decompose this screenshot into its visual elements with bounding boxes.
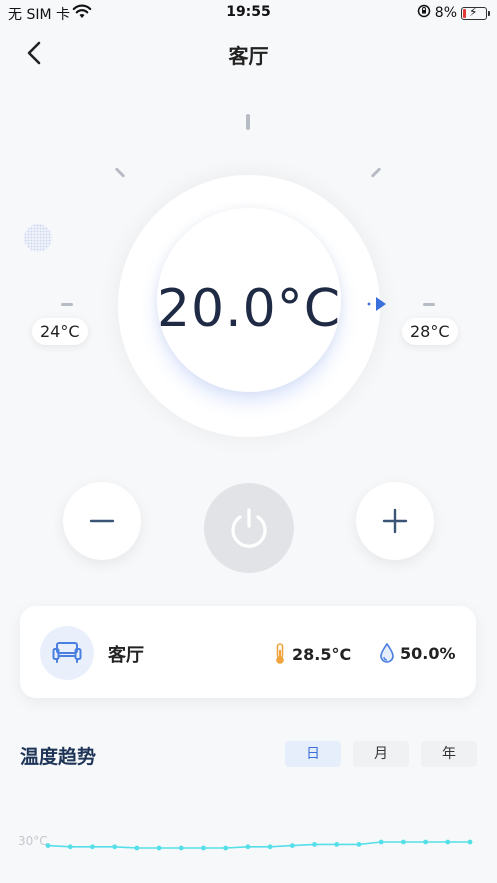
thermometer-icon <box>276 643 284 664</box>
increase-temp-button[interactable] <box>356 482 434 560</box>
room-humidity: 50.0% <box>380 643 456 663</box>
room-info-card[interactable]: 客厅 28.5°C 50.0% <box>20 606 476 698</box>
trend-point-10 <box>267 844 273 850</box>
dial-tick-top <box>246 114 250 130</box>
sofa-icon <box>52 642 82 663</box>
trend-point-18 <box>445 839 451 845</box>
dial-tick-left <box>61 303 73 306</box>
trend-point-13 <box>334 842 340 847</box>
trend-point-14 <box>356 842 362 847</box>
room-temperature-value: 28.5°C <box>292 644 352 664</box>
room-name: 客厅 <box>108 645 144 666</box>
trend-point-6 <box>178 845 184 851</box>
trend-point-16 <box>400 839 406 845</box>
battery-percent: 8% <box>434 5 457 21</box>
battery-icon: ⚡ <box>461 5 490 20</box>
power-icon <box>231 508 267 548</box>
minus-icon <box>89 519 115 523</box>
target-temperature: 20.0°C <box>156 279 342 339</box>
nav-bar: 客厅 <box>0 30 497 76</box>
temperature-trend-chart: 30°C <box>18 834 473 851</box>
tab-year[interactable]: 年 <box>421 741 477 767</box>
trend-point-3 <box>112 844 118 850</box>
trend-point-0 <box>45 843 51 848</box>
trend-point-15 <box>378 839 384 845</box>
orientation-lock-icon <box>417 4 431 22</box>
decorative-dots <box>24 224 52 252</box>
water-drop-icon <box>380 643 394 663</box>
dial-tick-top-left <box>114 167 126 178</box>
trend-point-1 <box>67 844 73 850</box>
dial-pointer-icon[interactable] <box>366 295 388 317</box>
dial-outer-ring: 20.0°C <box>118 175 380 437</box>
tab-month[interactable]: 月 <box>353 741 409 767</box>
trend-point-4 <box>134 845 140 851</box>
max-temp-label: 28°C <box>402 318 458 345</box>
dial-tick-right <box>423 303 435 306</box>
trend-point-2 <box>90 844 95 850</box>
trend-point-11 <box>289 843 295 848</box>
trend-point-5 <box>156 845 162 851</box>
page-title: 客厅 <box>228 44 269 68</box>
plus-icon <box>382 508 408 534</box>
room-temperature: 28.5°C <box>274 643 351 665</box>
trend-line <box>47 841 470 849</box>
tab-day[interactable]: 日 <box>285 741 341 767</box>
dial-tick-top-right <box>370 167 382 178</box>
trend-point-8 <box>223 845 229 851</box>
chart-y-tick-label: 30°C <box>18 834 48 848</box>
trend-point-17 <box>423 839 428 845</box>
trend-point-7 <box>201 845 206 851</box>
thermostat-dial[interactable]: 20.0°C 24°C 28°C <box>0 100 497 460</box>
min-temp-label: 24°C <box>32 318 88 345</box>
room-humidity-value: 50.0% <box>400 643 456 663</box>
status-bar: 无 SIM 卡 19:55 8% ⚡ <box>0 0 497 26</box>
trend-point-9 <box>245 844 251 850</box>
decrease-temp-button[interactable] <box>63 482 141 560</box>
trend-point-19 <box>467 839 473 845</box>
room-avatar <box>40 626 94 680</box>
trend-point-12 <box>312 842 317 847</box>
trend-section-title: 温度趋势 <box>20 746 97 768</box>
power-button[interactable] <box>204 483 294 573</box>
